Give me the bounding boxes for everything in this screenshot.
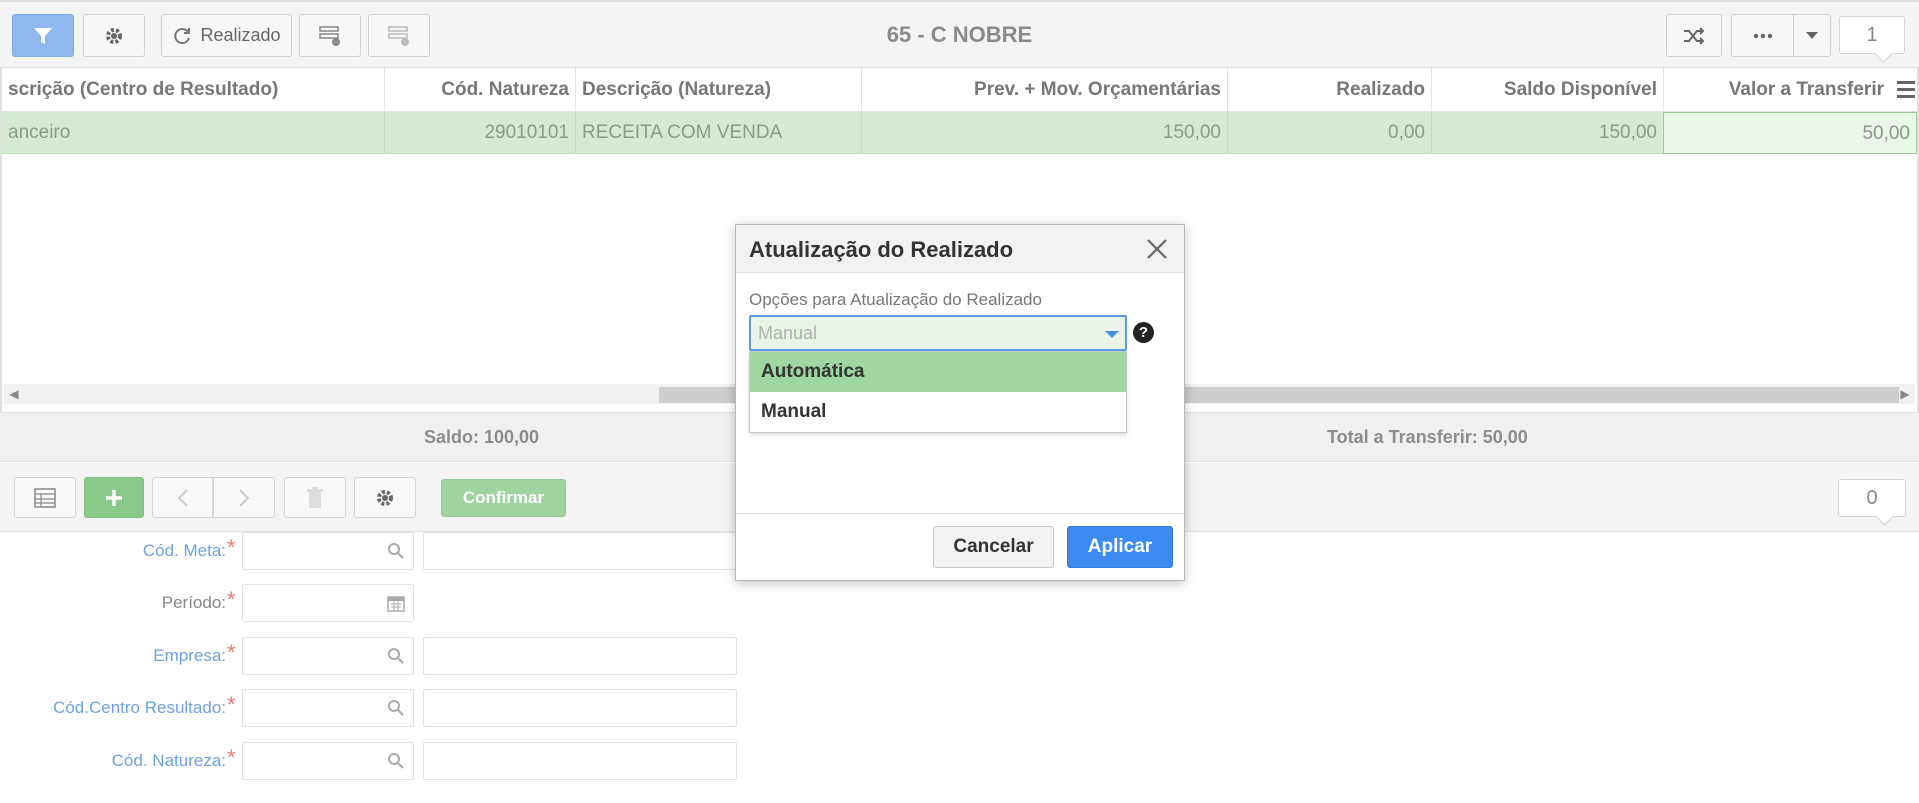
trash-icon — [307, 486, 323, 508]
grid-view-button[interactable] — [368, 14, 430, 57]
required-marker: * — [227, 692, 236, 717]
chevron-left-icon — [177, 488, 188, 507]
gear-icon — [377, 489, 393, 506]
more-button[interactable] — [1731, 14, 1794, 57]
cell-descricao-natureza[interactable]: RECEITA COM VENDA — [576, 112, 862, 154]
saldo-total: Saldo: 100,00 — [424, 427, 540, 447]
grid-mode-button[interactable] — [14, 477, 76, 518]
cell-prev-mov[interactable]: 150,00 — [862, 112, 1228, 154]
filter-button[interactable] — [12, 14, 74, 57]
option-manual[interactable]: Manual — [750, 392, 1126, 432]
form-row-cod-meta: Cód. Meta: * — [0, 532, 760, 570]
form-row-centro-resultado: Cód.Centro Resultado: * — [0, 689, 760, 727]
table-row[interactable]: anceiro 29010101 RECEITA COM VENDA 150,0… — [2, 112, 1917, 154]
help-icon[interactable]: ? — [1133, 322, 1154, 343]
atualizacao-realizado-dialog: Atualização do Realizado Opções para Atu… — [735, 224, 1185, 581]
field-label-cod-natureza: Cód. Natureza: — [111, 751, 226, 770]
more-dropdown-button[interactable] — [1793, 14, 1831, 57]
total-transferir: Total a Transferir: 50,00 — [1327, 427, 1528, 447]
column-header-descricao-natureza[interactable]: Descrição (Natureza) — [576, 68, 862, 112]
column-header-prev-mov[interactable]: Prev. + Mov. Orçamentárias — [862, 68, 1228, 112]
settings-button[interactable] — [83, 14, 145, 57]
scroll-right-arrow[interactable]: ▶ — [1898, 387, 1912, 401]
dialog-footer: Cancelar Aplicar — [736, 513, 1184, 581]
dialog-header: Atualização do Realizado — [736, 225, 1184, 273]
cell-realizado[interactable]: 0,00 — [1228, 112, 1432, 154]
realizado-button[interactable]: Realizado — [161, 14, 292, 57]
search-icon — [388, 700, 404, 716]
grid-header: scrição (Centro de Resultado) Cód. Natur… — [2, 68, 1917, 112]
field-label-periodo: Período: — [161, 593, 226, 612]
empresa-input[interactable] — [242, 637, 414, 675]
cell-saldo-disponivel[interactable]: 150,00 — [1432, 112, 1664, 154]
cod-meta-input[interactable] — [242, 532, 414, 570]
form-view-button[interactable] — [299, 14, 361, 57]
required-marker: * — [227, 640, 236, 665]
more-icon — [1753, 33, 1772, 38]
cod-meta-description — [423, 532, 737, 570]
shuffle-icon — [1684, 26, 1705, 45]
cod-natureza-input[interactable] — [242, 742, 414, 780]
column-header-saldo-disponivel[interactable]: Saldo Disponível — [1432, 68, 1664, 112]
cancel-button[interactable]: Cancelar — [933, 526, 1054, 568]
selected-value: Manual — [758, 323, 818, 343]
chevron-right-icon — [239, 488, 250, 507]
next-button[interactable] — [213, 477, 275, 518]
shuffle-button[interactable] — [1666, 14, 1722, 57]
field-label-cod-meta: Cód. Meta: — [142, 541, 226, 560]
search-icon — [388, 543, 404, 559]
form-view-icon — [319, 25, 340, 46]
field-label-centro-resultado: Cód.Centro Resultado: — [53, 698, 226, 717]
grid-view-icon — [388, 25, 409, 46]
dialog-title: Atualização do Realizado — [749, 237, 1014, 262]
option-automatica[interactable]: Automática — [750, 352, 1126, 392]
close-icon[interactable] — [1146, 238, 1168, 260]
required-marker: * — [227, 535, 236, 560]
column-header-centro-resultado[interactable]: scrição (Centro de Resultado) — [2, 68, 385, 112]
column-header-valor-transferir[interactable]: Valor a Transferir — [1664, 68, 1890, 112]
apply-button[interactable]: Aplicar — [1067, 526, 1173, 568]
chevron-down-icon — [1806, 31, 1818, 39]
menu-icon[interactable] — [1897, 81, 1915, 102]
form-record-counter[interactable]: 0 — [1838, 479, 1906, 517]
empresa-description — [423, 637, 737, 675]
form-row-empresa: Empresa: * — [0, 637, 760, 675]
search-icon — [388, 753, 404, 769]
options-dropdown: Automática Manual — [749, 351, 1127, 433]
cell-cod-natureza[interactable]: 29010101 — [385, 112, 576, 154]
calendar-icon — [387, 596, 405, 612]
chevron-down-icon[interactable] — [1105, 331, 1119, 338]
options-label: Opções para Atualização do Realizado — [749, 290, 1042, 309]
form-settings-button[interactable] — [354, 477, 416, 518]
centro-resultado-description — [423, 689, 737, 727]
realizado-label: Realizado — [200, 25, 281, 45]
update-mode-select[interactable]: Manual — [749, 315, 1127, 351]
gear-icon — [106, 27, 122, 44]
grid-icon — [34, 487, 56, 508]
confirm-button[interactable]: Confirmar — [441, 479, 566, 517]
field-label-empresa: Empresa: — [153, 646, 226, 665]
centro-resultado-input[interactable] — [242, 689, 414, 727]
periodo-input[interactable] — [242, 584, 414, 622]
refresh-icon — [174, 27, 191, 44]
plus-icon — [106, 489, 122, 506]
main-toolbar: Realizado 65 - C NOBRE 1 — [0, 0, 1919, 68]
previous-button[interactable] — [152, 477, 213, 518]
form-row-periodo: Período: * — [0, 584, 760, 622]
cod-natureza-description — [423, 742, 737, 780]
required-marker: * — [227, 745, 236, 770]
cell-centro-resultado[interactable]: anceiro — [2, 112, 385, 154]
form-row-cod-natureza: Cód. Natureza: * — [0, 742, 760, 780]
scroll-left-arrow[interactable]: ◀ — [7, 387, 21, 401]
record-counter[interactable]: 1 — [1839, 16, 1905, 54]
add-button[interactable] — [84, 477, 144, 518]
filter-icon — [34, 27, 52, 44]
column-header-cod-natureza[interactable]: Cód. Natureza — [385, 68, 576, 112]
required-marker: * — [227, 587, 236, 612]
delete-button[interactable] — [284, 477, 346, 518]
column-header-realizado[interactable]: Realizado — [1228, 68, 1432, 112]
search-icon — [388, 648, 404, 664]
cell-valor-transferir[interactable]: 50,00 — [1663, 112, 1917, 154]
